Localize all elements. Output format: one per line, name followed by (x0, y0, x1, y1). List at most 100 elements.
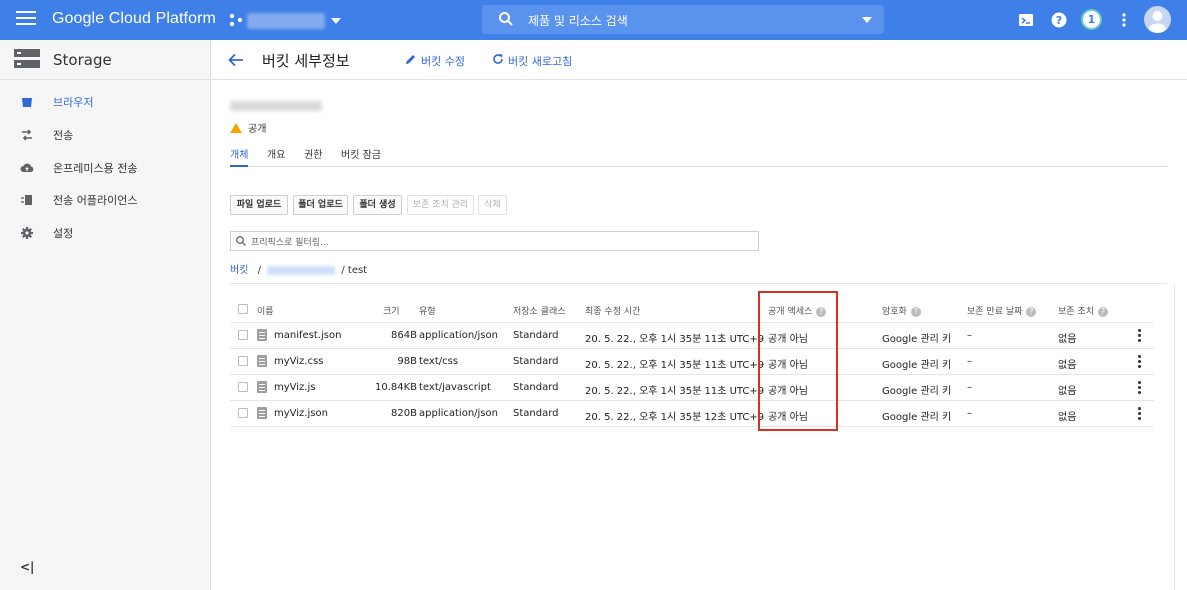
upload-files-button[interactable]: 파일 업로드 (230, 195, 288, 215)
more-vert-icon[interactable] (1138, 407, 1142, 421)
tab-label: 버킷 잠금 (341, 150, 381, 161)
avatar[interactable] (1144, 6, 1171, 33)
col-retention-expiry[interactable]: 보존 만료 날짜? (967, 304, 1037, 317)
more-vert-icon[interactable] (1138, 355, 1142, 369)
menu-icon[interactable] (16, 11, 36, 29)
edit-bucket-button[interactable]: 버킷 수정 (405, 53, 465, 69)
active-tab-indicator (230, 165, 248, 167)
manage-holds-button[interactable]: 보존 조치 관리 (407, 195, 474, 215)
row-checkbox[interactable] (238, 408, 248, 418)
bucket-name (230, 101, 322, 111)
warning-icon (230, 123, 242, 133)
table-row[interactable]: myViz.json 820B application/json Standard 20… (230, 401, 1154, 427)
breadcrumb-root[interactable]: 버킷 (230, 265, 248, 276)
table-row[interactable]: myViz.css 98B text/css Standard 20. 5. 22., … (230, 349, 1154, 375)
tab-objects[interactable]: 개체 (230, 146, 248, 161)
sidebar-item-browser[interactable]: 브라우저 (0, 87, 211, 117)
chevron-down-icon[interactable] (862, 17, 872, 23)
sidebar-item-transfer-appliance[interactable]: 전송 어플라이언스 (0, 185, 211, 215)
more-vert-icon[interactable] (1115, 11, 1133, 29)
col-storage-class[interactable]: 저장소 클래스 (513, 304, 566, 317)
col-hold-label: 보존 조치 (1058, 307, 1094, 317)
scrollbar-track[interactable] (1174, 284, 1175, 590)
breadcrumb-separator: / (257, 265, 261, 276)
col-type[interactable]: 유형 (419, 304, 436, 317)
public-access-label: 공개 (248, 124, 267, 135)
col-retention-expiry-label: 보존 만료 날짜 (967, 307, 1023, 317)
help-icon[interactable]: ? (1050, 11, 1068, 29)
more-vert-icon[interactable] (1138, 329, 1142, 343)
project-icon[interactable] (229, 13, 243, 27)
storage-logo-icon (14, 49, 40, 68)
search-placeholder: 제품 및 리소스 검색 (528, 14, 628, 28)
row-checkbox[interactable] (238, 356, 248, 366)
back-arrow-icon[interactable] (228, 53, 244, 67)
delete-button[interactable]: 삭제 (478, 195, 507, 215)
file-icon (257, 329, 267, 341)
sidebar-item-label: 온프레미스용 전송 (53, 162, 138, 175)
file-name[interactable]: myViz.css (274, 356, 323, 367)
file-size: 98B (397, 356, 417, 367)
col-name[interactable]: 이름 (257, 304, 274, 317)
help-icon[interactable]: ? (1026, 307, 1037, 317)
filter-placeholder: 프리픽스로 필터링... (251, 238, 329, 248)
file-type: application/json (419, 330, 498, 341)
help-icon[interactable]: ? (1097, 307, 1108, 317)
tab-label: 권한 (304, 150, 323, 161)
page-header: 버킷 세부정보 버킷 수정 버킷 새로고침 (212, 40, 1187, 80)
gear-icon (21, 227, 33, 239)
file-icon (257, 407, 267, 419)
tab-bar: 개체 개요 권한 버킷 잠금 (230, 141, 1167, 167)
sidebar-item-onprem-transfer[interactable]: 온프레미스용 전송 (0, 153, 211, 183)
file-name[interactable]: myViz.js (274, 382, 315, 393)
tab-permissions[interactable]: 권한 (304, 146, 322, 161)
more-vert-icon[interactable] (1138, 381, 1142, 395)
file-retention-expiry: – (967, 356, 972, 367)
breadcrumb: 버킷 / / test (230, 261, 367, 276)
col-modified[interactable]: 최종 수정 시간 (585, 304, 640, 317)
prefix-filter-input[interactable]: 프리픽스로 필터링... (230, 231, 759, 251)
file-storage-class: Standard (513, 356, 559, 367)
col-encryption[interactable]: 암호화? (882, 304, 921, 317)
tab-overview[interactable]: 개요 (267, 146, 285, 161)
col-size[interactable]: 크기 (383, 304, 400, 317)
product-brand[interactable]: Google Cloud Platform (52, 10, 216, 28)
refresh-bucket-button[interactable]: 버킷 새로고침 (492, 53, 572, 69)
table-row[interactable]: manifest.json 864B application/json Standar… (230, 323, 1154, 349)
file-name[interactable]: myViz.json (274, 408, 328, 419)
file-name[interactable]: manifest.json (274, 330, 341, 341)
file-type: text/css (419, 356, 459, 367)
table-row[interactable]: myViz.js 10.84KB text/javascript Standard 20… (230, 375, 1154, 401)
file-retention-expiry: – (967, 382, 972, 393)
sidebar-item-transfer[interactable]: 전송 (0, 120, 211, 150)
tab-bucket-lock[interactable]: 버킷 잠금 (341, 146, 381, 161)
notification-badge[interactable]: 1 (1081, 9, 1102, 30)
create-folder-button[interactable]: 폴더 생성 (353, 195, 402, 215)
help-icon[interactable]: ? (910, 307, 921, 317)
col-hold[interactable]: 보존 조치? (1058, 304, 1108, 317)
main-content: 공개 개체 개요 권한 버킷 잠금 파일 업로드 폴더 업로드 폴더 생성 보존… (212, 81, 1187, 590)
search-input[interactable]: 제품 및 리소스 검색 (482, 5, 884, 34)
collapse-sidebar-button[interactable]: <| (20, 560, 34, 574)
sidebar-item-label: 전송 (53, 129, 74, 142)
pencil-icon (406, 55, 415, 64)
file-encryption: Google 관리 키 (882, 360, 952, 371)
refresh-icon (493, 54, 503, 64)
file-modified: 20. 5. 22., 오후 1시 35분 11초 UTC+9 (585, 360, 765, 371)
file-encryption: Google 관리 키 (882, 412, 952, 423)
row-checkbox[interactable] (238, 382, 248, 392)
file-retention-expiry: – (967, 330, 972, 341)
row-checkbox[interactable] (238, 330, 248, 340)
project-selector[interactable] (247, 13, 325, 29)
sidebar-item-label: 전송 어플라이언스 (53, 194, 138, 207)
chevron-down-icon[interactable] (331, 18, 341, 24)
file-retention-expiry: – (967, 408, 972, 419)
file-hold: 없음 (1058, 334, 1077, 345)
select-all-checkbox[interactable] (238, 304, 248, 314)
breadcrumb-bucket[interactable] (267, 265, 336, 275)
cloud-shell-icon[interactable] (1017, 11, 1035, 29)
file-modified: 20. 5. 22., 오후 1시 35분 11초 UTC+9 (585, 386, 765, 397)
file-storage-class: Standard (513, 408, 559, 419)
sidebar-item-settings[interactable]: 설정 (0, 218, 211, 248)
upload-folder-button[interactable]: 폴더 업로드 (293, 195, 348, 215)
